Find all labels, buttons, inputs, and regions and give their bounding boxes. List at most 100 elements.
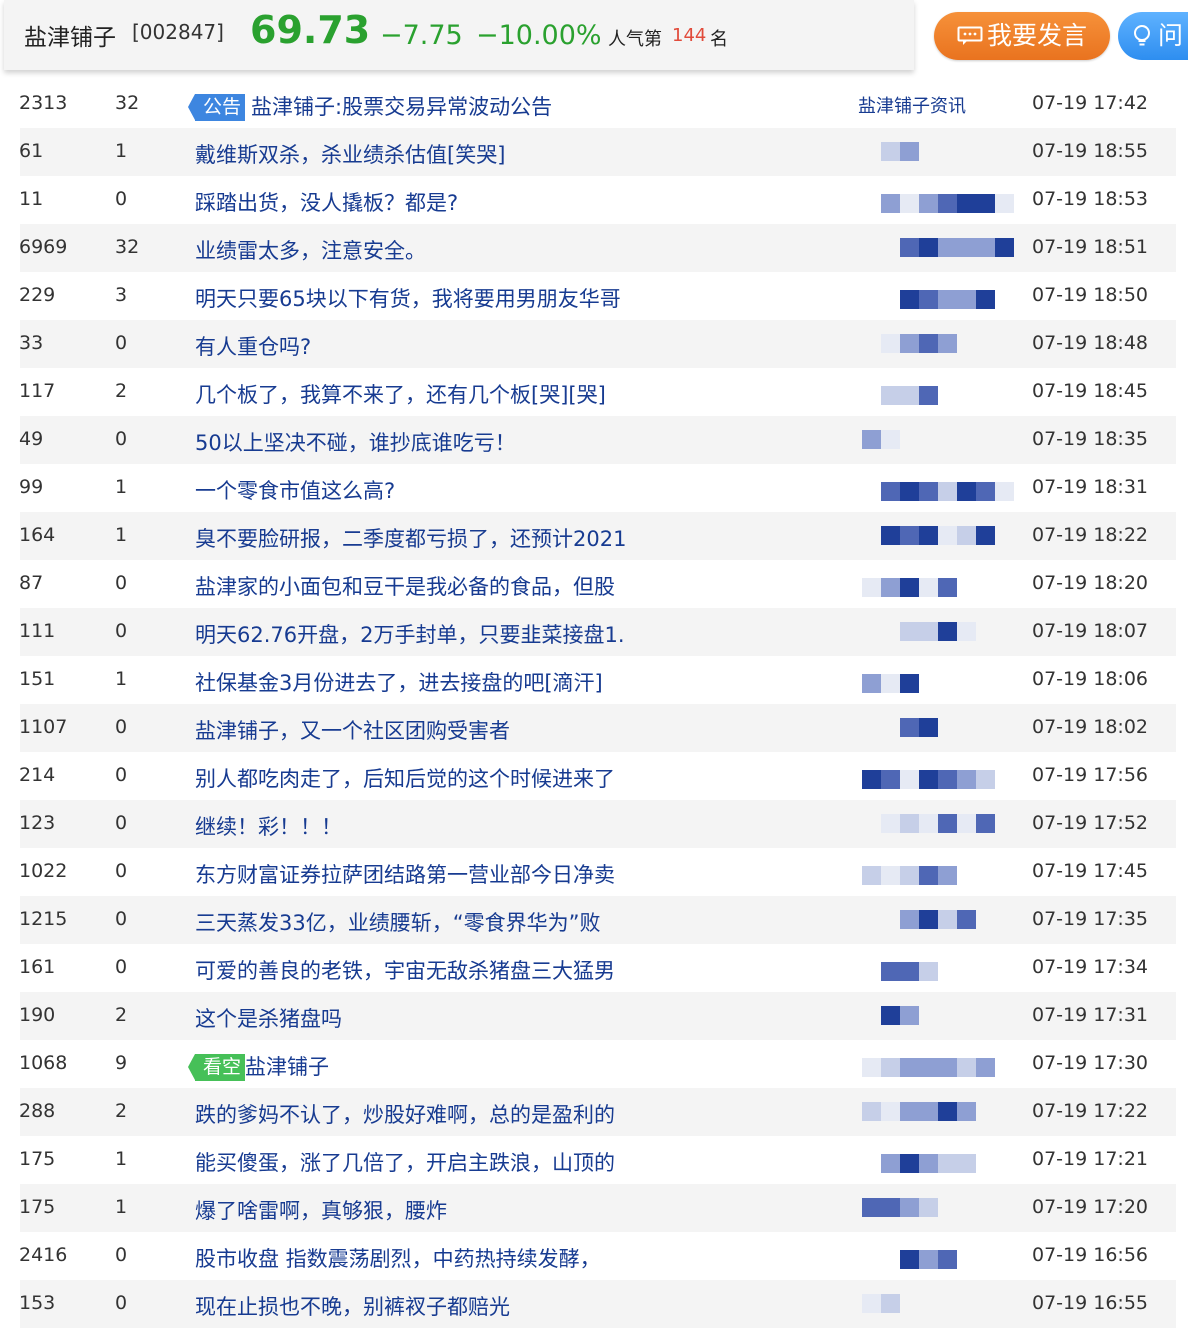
- mosaic-block: [900, 1154, 919, 1173]
- post-title-link[interactable]: 明天62.76开盘，2万手封单，只要韭菜接盘1.: [195, 619, 625, 649]
- reply-count: 0: [115, 716, 128, 738]
- post-row[interactable]: 161 0 可爱的善良的老铁，宇宙无敌杀猪盘三大猛男 07-19 17:34: [19, 944, 1176, 992]
- post-title-link[interactable]: 50以上坚决不碰，谁抄底谁吃亏！: [195, 427, 516, 457]
- mosaic-block: [900, 718, 919, 737]
- mosaic-block: [938, 1154, 957, 1173]
- post-title-link[interactable]: 盐津家的小面包和豆干是我必备的食品，但股: [195, 571, 615, 601]
- mosaic-block: [919, 290, 938, 309]
- post-row[interactable]: 214 0 别人都吃肉走了，后知后觉的这个时候进来了 07-19 17:56: [19, 752, 1176, 800]
- post-row[interactable]: 164 1 臭不要脸研报，二季度都亏损了，还预计2021 07-19 18:22: [19, 512, 1176, 560]
- reply-count: 1: [115, 1196, 128, 1218]
- post-title-link[interactable]: 臭不要脸研报，二季度都亏损了，还预计2021: [195, 523, 626, 553]
- mosaic-block: [881, 814, 900, 833]
- post-button[interactable]: 我要发言: [934, 12, 1110, 60]
- post-row[interactable]: 151 1 社保基金3月份进去了，进去接盘的吧[滴汗] 07-19 18:06: [19, 656, 1176, 704]
- post-row[interactable]: 87 0 盐津家的小面包和豆干是我必备的食品，但股 07-19 18:20: [19, 560, 1176, 608]
- post-row[interactable]: 190 2 这个是杀猪盘吗 07-19 17:31: [19, 992, 1176, 1040]
- mosaic-block: [957, 290, 976, 309]
- reply-count: 0: [115, 1244, 128, 1266]
- post-row[interactable]: 49 0 50以上坚决不碰，谁抄底谁吃亏！ 07-19 18:35: [19, 416, 1176, 464]
- post-title-link[interactable]: 社保基金3月份进去了，进去接盘的吧[滴汗]: [195, 667, 603, 697]
- mosaic-block: [919, 814, 938, 833]
- post-time: 07-19 17:42: [1032, 92, 1149, 114]
- post-row[interactable]: 288 2 跌的爹妈不认了，炒股好难啊，总的是盈利的 07-19 17:22: [19, 1088, 1176, 1136]
- mosaic-block: [957, 526, 976, 545]
- mosaic-block: [881, 1294, 900, 1313]
- post-row[interactable]: 2313 32 公告 盐津铺子:股票交易异常波动公告 盐津铺子资讯 07-19 1…: [19, 80, 1176, 128]
- post-row[interactable]: 123 0 继续！彩！！！ 07-19 17:52: [19, 800, 1176, 848]
- post-title-text: 能买傻蛋，涨了几倍了，开启主跌浪，山顶的: [195, 1151, 615, 1175]
- ask-button[interactable]: 问: [1118, 12, 1188, 60]
- post-row[interactable]: 99 1 一个零食市值这么高? 07-19 18:31: [19, 464, 1176, 512]
- mosaic-block: [919, 1154, 938, 1173]
- mosaic-block: [919, 526, 938, 545]
- post-title-link[interactable]: 别人都吃肉走了，后知后觉的这个时候进来了: [195, 763, 615, 793]
- mosaic-block: [900, 142, 919, 161]
- post-title-link[interactable]: 三天蒸发33亿，业绩腰斩，“零食界华为”败: [195, 907, 600, 937]
- stock-code: [002847]: [132, 20, 224, 44]
- post-row[interactable]: 1107 0 盐津铺子，又一个社区团购受害者 07-19 18:02: [19, 704, 1176, 752]
- post-title-link[interactable]: 业绩雷太多，注意安全。: [195, 235, 426, 265]
- mosaic-block: [900, 482, 919, 501]
- post-title-link[interactable]: 看空 盐津铺子: [187, 1051, 330, 1081]
- read-count: 49: [19, 428, 44, 450]
- post-row[interactable]: 2416 0 股市收盘 指数震荡剧烈，中药热持续发酵， 07-19 16:56: [19, 1232, 1176, 1280]
- ask-button-label: 问: [1158, 21, 1184, 50]
- post-title-link[interactable]: 股市收盘 指数震荡剧烈，中药热持续发酵，: [195, 1243, 601, 1273]
- read-count: 161: [19, 956, 56, 978]
- mosaic-block: [938, 578, 957, 597]
- mosaic-block: [938, 1058, 957, 1077]
- post-row[interactable]: 6969 32 业绩雷太多，注意安全。 07-19 18:51: [19, 224, 1176, 272]
- post-row[interactable]: 111 0 明天62.76开盘，2万手封单，只要韭菜接盘1. 07-19 18:…: [19, 608, 1176, 656]
- bearish-tag: 看空: [187, 1054, 246, 1081]
- post-title-text: 一个零食市值这么高?: [195, 479, 396, 503]
- post-title-link[interactable]: 这个是杀猪盘吗: [195, 1003, 342, 1033]
- mosaic-block: [881, 386, 900, 405]
- post-title-link[interactable]: 有人重仓吗?: [195, 331, 311, 361]
- post-title-link[interactable]: 一个零食市值这么高?: [195, 475, 395, 505]
- post-title-link[interactable]: 跌的爹妈不认了，炒股好难啊，总的是盈利的: [195, 1099, 615, 1129]
- post-title-link[interactable]: 公告 盐津铺子:股票交易异常波动公告: [187, 91, 552, 121]
- mosaic-block: [881, 1058, 900, 1077]
- post-row[interactable]: 33 0 有人重仓吗? 07-19 18:48: [19, 320, 1176, 368]
- mosaic-block: [862, 866, 881, 885]
- post-title-link[interactable]: 明天只要65块以下有货，我将要用男朋友华哥: [195, 283, 621, 313]
- read-count: 11: [19, 188, 44, 210]
- mosaic-block: [957, 1154, 976, 1173]
- post-row[interactable]: 1215 0 三天蒸发33亿，业绩腰斩，“零食界华为”败 07-19 17:35: [19, 896, 1176, 944]
- post-row[interactable]: 175 1 爆了啥雷啊，真够狠，腰炸 07-19 17:20: [19, 1184, 1176, 1232]
- post-title-link[interactable]: 东方财富证券拉萨团结路第一营业部今日净卖: [195, 859, 615, 889]
- post-row[interactable]: 153 0 现在止损也不晚，别裤衩子都赔光 07-19 16:55: [19, 1280, 1176, 1328]
- post-title-link[interactable]: 几个板了，我算不来了，还有几个板[哭][哭]: [195, 379, 606, 409]
- post-title-text: 爆了啥雷啊，真够狠，腰炸: [195, 1199, 447, 1223]
- post-title-link[interactable]: 现在止损也不晚，别裤衩子都赔光: [195, 1291, 510, 1321]
- post-title-text: 盐津铺子: [245, 1055, 330, 1079]
- post-title-link[interactable]: 可爱的善良的老铁，宇宙无敌杀猪盘三大猛男: [195, 955, 615, 985]
- popularity-label: 人气第: [608, 29, 662, 50]
- post-title-link[interactable]: 踩踏出货，没人撬板？都是?: [195, 187, 458, 217]
- post-row[interactable]: 229 3 明天只要65块以下有货，我将要用男朋友华哥 07-19 18:50: [19, 272, 1176, 320]
- mosaic-block: [919, 482, 938, 501]
- reply-count: 32: [115, 236, 140, 258]
- lightbulb-icon: [1134, 25, 1150, 46]
- mosaic-block: [900, 1102, 919, 1121]
- post-author[interactable]: 盐津铺子资讯: [858, 92, 966, 118]
- post-row[interactable]: 175 1 能买傻蛋，涨了几倍了，开启主跌浪，山顶的 07-19 17:21: [19, 1136, 1176, 1184]
- read-count: 190: [19, 1004, 56, 1026]
- post-title-link[interactable]: 能买傻蛋，涨了几倍了，开启主跌浪，山顶的: [195, 1147, 615, 1177]
- post-title-link[interactable]: 戴维斯双杀，杀业绩杀估值[笑哭]: [195, 139, 505, 169]
- post-row[interactable]: 61 1 戴维斯双杀，杀业绩杀估值[笑哭] 07-19 18:55: [19, 128, 1176, 176]
- post-row[interactable]: 1068 9 看空 盐津铺子 07-19 17:30: [19, 1040, 1176, 1088]
- post-row[interactable]: 11 0 踩踏出货，没人撬板？都是? 07-19 18:53: [19, 176, 1176, 224]
- post-row[interactable]: 1022 0 东方财富证券拉萨团结路第一营业部今日净卖 07-19 17:45: [19, 848, 1176, 896]
- mosaic-block: [900, 526, 919, 545]
- post-title-link[interactable]: 盐津铺子，又一个社区团购受害者: [195, 715, 510, 745]
- mosaic-block: [976, 526, 995, 545]
- notice-tag: 公告: [187, 94, 246, 121]
- post-title-link[interactable]: 爆了啥雷啊，真够狠，腰炸: [195, 1195, 447, 1225]
- post-row[interactable]: 117 2 几个板了，我算不来了，还有几个板[哭][哭] 07-19 18:45: [19, 368, 1176, 416]
- mosaic-block: [881, 482, 900, 501]
- mosaic-block: [976, 194, 995, 213]
- post-time: 07-19 17:20: [1032, 1196, 1149, 1218]
- post-title-link[interactable]: 继续！彩！！！: [195, 811, 342, 841]
